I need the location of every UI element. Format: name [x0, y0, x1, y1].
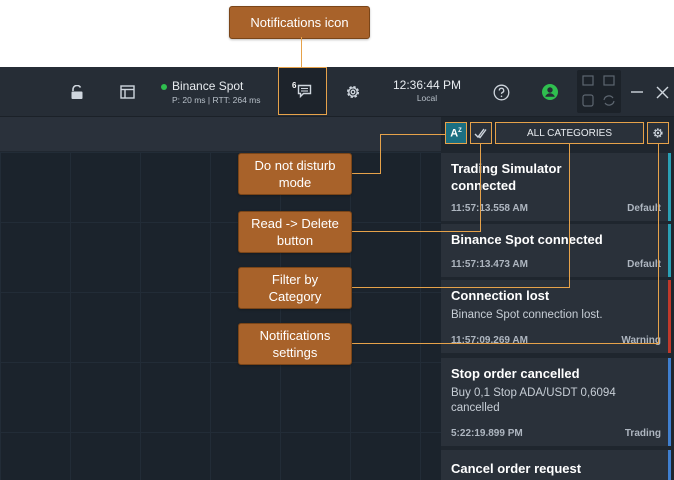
connector-line [301, 37, 302, 68]
workspace-toolbar [0, 117, 441, 152]
layout-icon[interactable] [116, 81, 138, 103]
category-stripe [668, 153, 671, 221]
do-not-disturb-button[interactable]: AZ [445, 122, 467, 144]
notification-body: Buy 0,1 Stop ADA/USDT 0,6094 cancelled [451, 387, 616, 414]
lock-icon[interactable] [66, 81, 88, 103]
notification-title: Stop order cancelled [451, 366, 580, 381]
clock-time: 12:36:44 PM [392, 78, 462, 92]
chart-area[interactable] [0, 152, 441, 480]
callout-text: Read -> Delete button [251, 216, 339, 248]
connector-line [380, 134, 446, 135]
trading-tools-icon[interactable] [577, 70, 621, 113]
connector-line [480, 143, 481, 232]
callout-read-delete: Read -> Delete button [238, 211, 352, 253]
connection-stats: P: 20 ms | RTT: 264 ms [172, 95, 261, 105]
notification-title: Trading Simulator connected [451, 161, 562, 193]
clock: 12:36:44 PM Local [388, 78, 466, 103]
notification-category: Default [627, 259, 661, 270]
notification-title: Cancel order request [451, 461, 582, 476]
double-check-icon [474, 128, 487, 139]
callout-text: Notifications settings [259, 328, 331, 360]
top-bar: Binance Spot P: 20 ms | RTT: 264 ms 6 12… [0, 67, 674, 117]
notifications-button[interactable]: 6 [278, 67, 327, 115]
notification-footer: 11:57:13.558 AM Default [451, 203, 661, 214]
callout-text: Do not disturb mode [254, 158, 336, 190]
notification-time: 11:57:13.558 AM [451, 203, 528, 214]
category-stripe [668, 450, 671, 480]
callout-filter-category: Filter by Category [238, 267, 352, 309]
notification-time: 11:57:13.473 AM [451, 259, 528, 270]
notification-category: Default [627, 203, 661, 214]
callout-text: Filter by Category [268, 272, 322, 304]
clock-zone: Local [416, 93, 438, 103]
notification-body: Binance Spot connection lost. [451, 309, 603, 321]
notification-time: 5:22:19.899 PM [451, 428, 523, 439]
connector-line [350, 343, 659, 344]
notifications-icon [296, 83, 312, 99]
user-avatar-icon[interactable] [539, 81, 561, 103]
settings-gear-icon[interactable] [342, 81, 364, 103]
connector-line [350, 287, 570, 288]
do-not-disturb-icon: AZ [450, 127, 462, 140]
notification-card[interactable]: Stop order cancelled Buy 0,1 Stop ADA/US… [441, 358, 671, 446]
status-dot [161, 84, 167, 90]
callout-notifications-icon: Notifications icon [229, 6, 370, 39]
notification-title: Connection lost [451, 288, 550, 303]
connector-line [350, 173, 381, 174]
connector-line [380, 134, 381, 174]
category-filter-dropdown[interactable]: ALL CATEGORIES [495, 122, 644, 144]
callout-do-not-disturb: Do not disturb mode [238, 153, 352, 195]
notification-category: Trading [624, 428, 661, 439]
gear-icon [653, 128, 663, 138]
help-icon[interactable] [490, 81, 512, 103]
notification-footer: 11:57:13.473 AM Default [451, 259, 661, 270]
callout-notifications-settings: Notifications settings [238, 323, 352, 365]
category-stripe [668, 224, 671, 277]
category-stripe [668, 280, 671, 353]
read-delete-button[interactable] [470, 122, 492, 144]
category-stripe [668, 358, 671, 446]
category-filter-label: ALL CATEGORIES [526, 127, 613, 139]
notification-footer: 11:57:09.269 AM Warning [451, 335, 661, 346]
notification-title: Binance Spot connected [451, 232, 603, 247]
connector-line [350, 231, 481, 232]
notification-category: Warning [621, 335, 661, 346]
callout-text: Notifications icon [250, 15, 349, 30]
connection-name: Binance Spot [172, 79, 244, 93]
notification-card[interactable]: Trading Simulator connected 11:57:13.558… [441, 153, 671, 221]
notification-footer: 5:22:19.899 PM Trading [451, 428, 661, 439]
notification-time: 11:57:09.269 AM [451, 335, 528, 346]
notification-card[interactable]: Cancel order request [441, 450, 671, 480]
connection-status[interactable]: Binance Spot P: 20 ms | RTT: 264 ms [160, 79, 270, 107]
connector-line [658, 143, 659, 344]
notifications-settings-button[interactable] [647, 122, 669, 144]
close-icon[interactable] [652, 81, 672, 103]
minimize-icon[interactable] [628, 81, 646, 103]
connector-line [569, 143, 570, 288]
